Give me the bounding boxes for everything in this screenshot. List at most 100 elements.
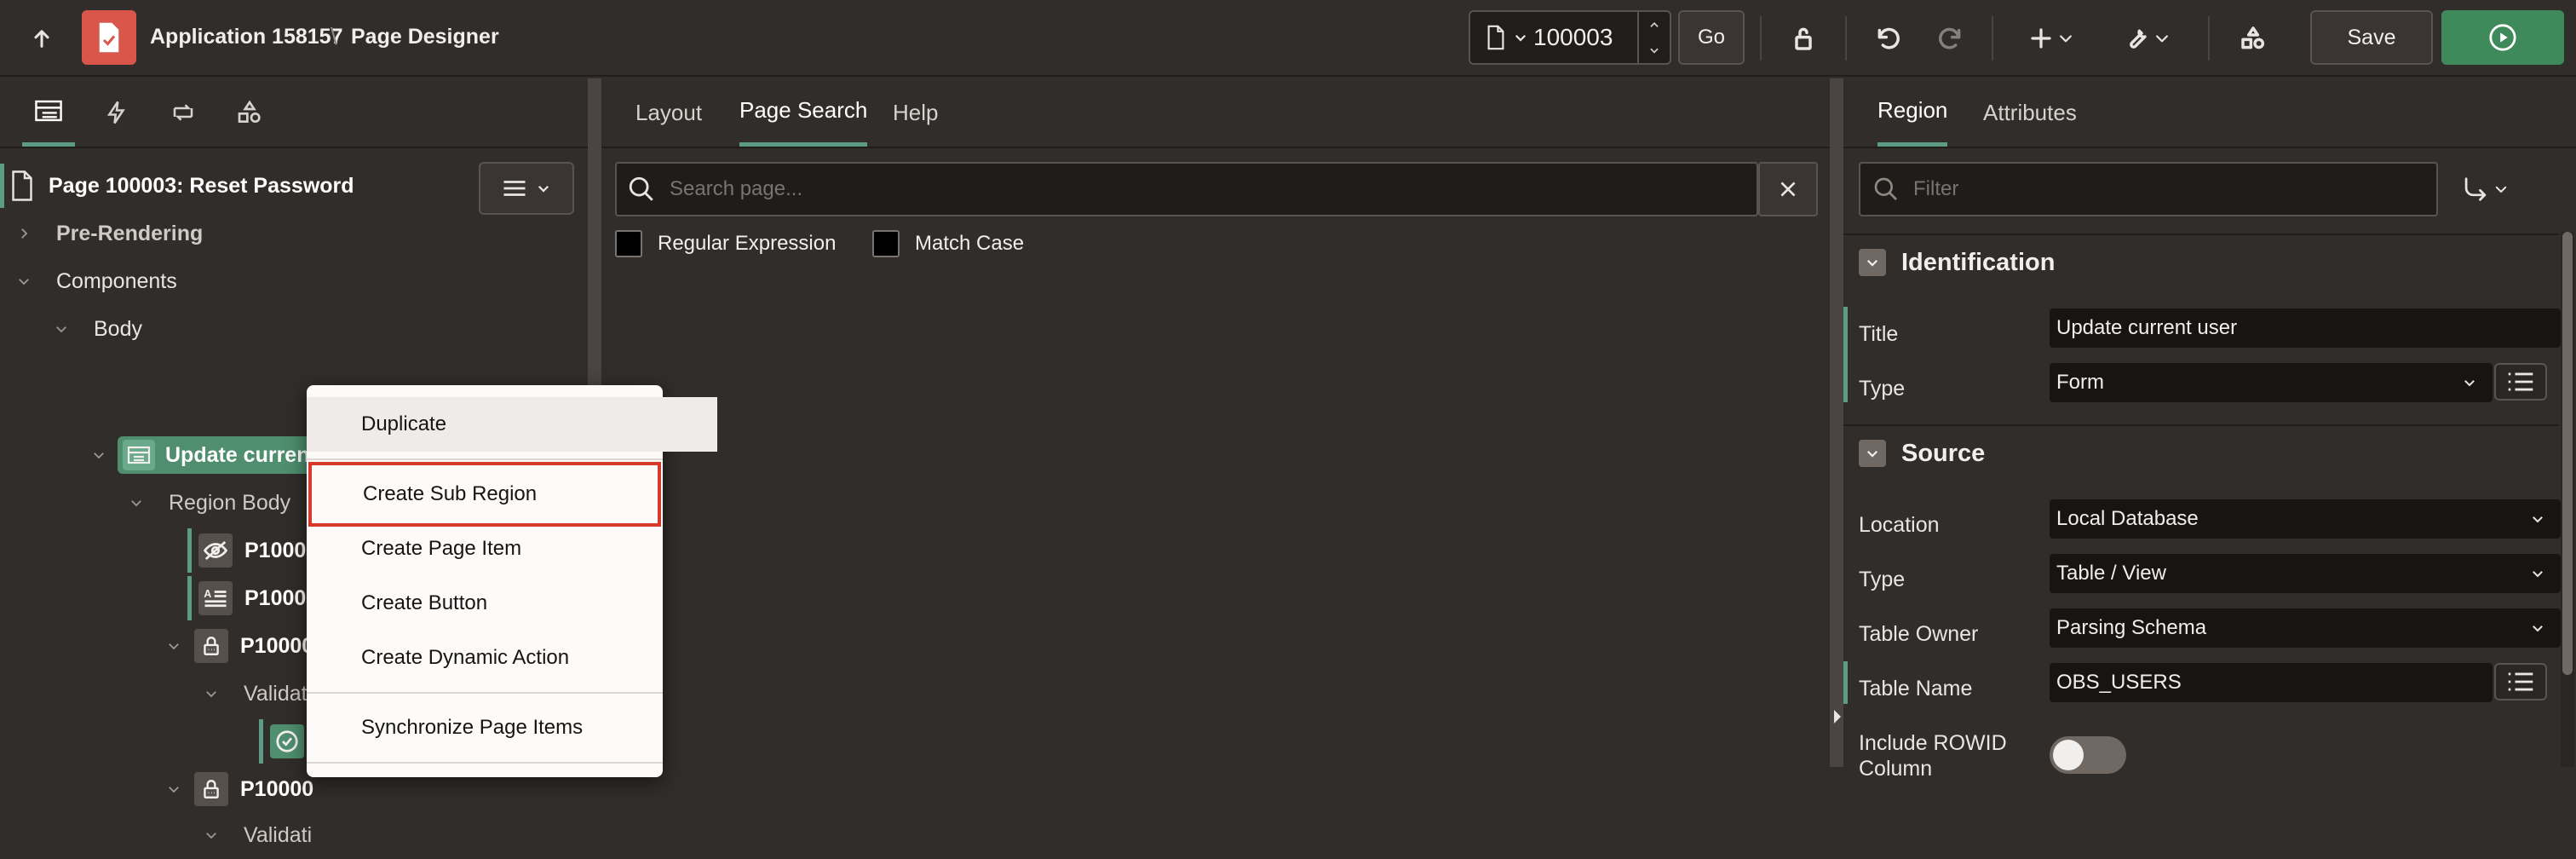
tree-node-item[interactable]: P10000 bbox=[162, 622, 313, 670]
page-node-label: Page 100003: Reset Password bbox=[49, 173, 354, 198]
menu-item-create-dynamic-action[interactable]: Create Dynamic Action bbox=[307, 631, 717, 685]
regex-label: Regular Expression bbox=[658, 232, 837, 255]
run-page-button[interactable] bbox=[2441, 10, 2564, 65]
tab-dynamic-actions[interactable] bbox=[94, 78, 140, 147]
source-section-header[interactable]: Source bbox=[1843, 424, 2559, 479]
left-pane-tabs bbox=[0, 78, 588, 148]
source-type-select[interactable]: Table / View bbox=[2050, 554, 2561, 593]
menu-item-duplicate[interactable]: Duplicate bbox=[307, 397, 717, 452]
chevron-down-icon bbox=[162, 634, 186, 658]
toolbar-divider bbox=[1760, 16, 1762, 61]
app-title-link[interactable]: Application 158157 bbox=[150, 25, 342, 49]
page-icon bbox=[1486, 25, 1506, 50]
processing-icon bbox=[173, 104, 193, 121]
clear-search-button[interactable] bbox=[1758, 162, 1818, 216]
regex-option[interactable]: Regular Expression bbox=[615, 230, 836, 257]
redo-icon[interactable] bbox=[1927, 17, 1973, 60]
tree-node-components[interactable]: Components bbox=[12, 257, 177, 305]
up-arrow-icon[interactable] bbox=[22, 19, 61, 58]
page-search-field[interactable] bbox=[615, 162, 1758, 216]
page-title: Page Designer bbox=[351, 25, 499, 49]
tree-node-region-body[interactable]: Region Body bbox=[124, 479, 290, 527]
right-splitter[interactable] bbox=[1830, 78, 1843, 767]
property-filter[interactable] bbox=[1859, 162, 2438, 216]
tree-node-validations[interactable]: Validati bbox=[199, 811, 312, 859]
tree-page-node[interactable]: Page 100003: Reset Password bbox=[0, 162, 477, 210]
go-button[interactable]: Go bbox=[1678, 10, 1745, 65]
tab-page-search[interactable]: Page Search bbox=[739, 78, 868, 147]
table-owner-value: Parsing Schema bbox=[2056, 616, 2207, 639]
region-type-select[interactable]: Form bbox=[2050, 363, 2493, 402]
tree-node-item[interactable]: P10000 bbox=[162, 765, 313, 813]
filter-input[interactable] bbox=[1912, 176, 2426, 202]
scrollbar[interactable] bbox=[2561, 232, 2574, 767]
close-icon bbox=[1780, 182, 1796, 197]
table-name-label: Table Name bbox=[1859, 677, 1973, 700]
tree-node-validations[interactable]: Validat bbox=[199, 670, 308, 718]
location-select[interactable]: Local Database bbox=[2050, 499, 2561, 539]
tab-region[interactable]: Region bbox=[1877, 78, 1948, 147]
breadcrumb-separator: \ bbox=[331, 23, 337, 49]
type-list-button[interactable] bbox=[2494, 363, 2547, 401]
collapse-arrow-icon bbox=[1834, 710, 1841, 724]
shared-components-icon[interactable] bbox=[2230, 17, 2276, 60]
chevron-down-icon bbox=[1513, 30, 1528, 45]
chevron-down-icon bbox=[124, 491, 148, 515]
app-icon[interactable] bbox=[82, 10, 136, 65]
scrollbar-thumb[interactable] bbox=[2562, 232, 2573, 675]
tab-rendering[interactable] bbox=[22, 78, 75, 147]
save-button[interactable]: Save bbox=[2310, 10, 2433, 65]
identification-section-header[interactable]: Identification bbox=[1843, 233, 2559, 288]
menu-item-create-page-item[interactable]: Create Page Item bbox=[307, 522, 717, 576]
lock-icon[interactable] bbox=[1780, 17, 1826, 60]
tab-layout[interactable]: Layout bbox=[635, 78, 702, 147]
tree-label: Body bbox=[94, 316, 142, 341]
page-stepper[interactable] bbox=[1637, 12, 1670, 63]
chevron-down-icon bbox=[2495, 186, 2507, 193]
title-field[interactable]: Update current user bbox=[2050, 308, 2561, 348]
go-to-group-button[interactable] bbox=[2438, 162, 2532, 216]
create-menu-button[interactable] bbox=[2019, 17, 2084, 60]
tree-node-item[interactable]: P10000 bbox=[187, 527, 318, 574]
menu-item-create-button[interactable]: Create Button bbox=[307, 576, 717, 631]
undo-icon[interactable] bbox=[1866, 17, 1912, 60]
hidden-item-icon bbox=[198, 533, 233, 568]
include-rowid-toggle[interactable] bbox=[2050, 736, 2126, 774]
tab-processing[interactable] bbox=[160, 78, 206, 147]
tab-help[interactable]: Help bbox=[893, 78, 938, 147]
menu-item-synchronize-page-items[interactable]: Synchronize Page Items bbox=[307, 700, 717, 755]
page-selector[interactable]: 100003 bbox=[1469, 10, 1671, 65]
menu-item-create-sub-region[interactable]: Create Sub Region bbox=[308, 462, 661, 527]
match-case-checkbox[interactable] bbox=[872, 230, 900, 257]
table-name-field[interactable]: OBS_USERS bbox=[2050, 663, 2493, 702]
toolbar-divider bbox=[1845, 16, 1847, 61]
tree-label: Pre-Rendering bbox=[56, 221, 204, 245]
match-case-option[interactable]: Match Case bbox=[872, 230, 1024, 257]
shapes-icon bbox=[238, 100, 261, 123]
tree-node-body[interactable]: Body bbox=[49, 305, 142, 353]
tree-menu-button[interactable] bbox=[479, 162, 574, 215]
chevron-down-icon[interactable] bbox=[1859, 440, 1886, 467]
regex-checkbox[interactable] bbox=[615, 230, 642, 257]
toolbar-divider bbox=[2208, 16, 2210, 61]
tab-attributes[interactable]: Attributes bbox=[1983, 78, 2077, 147]
tab-shared-components[interactable] bbox=[227, 78, 273, 147]
utilities-menu-button[interactable] bbox=[2114, 17, 2179, 60]
menu-divider bbox=[307, 458, 663, 460]
page-search-input[interactable] bbox=[668, 176, 1693, 202]
chevron-down-icon[interactable] bbox=[1859, 249, 1886, 276]
chevron-down-icon bbox=[199, 682, 223, 706]
table-owner-select[interactable]: Parsing Schema bbox=[2050, 608, 2561, 648]
tree-node-pre-rendering[interactable]: Pre-Rendering bbox=[12, 210, 203, 257]
validation-check-icon bbox=[270, 724, 304, 758]
selection-marker bbox=[0, 164, 4, 208]
modified-marker bbox=[1843, 307, 1848, 402]
item-marker bbox=[187, 576, 192, 620]
tree-node-item[interactable]: A P10000 bbox=[187, 574, 318, 622]
page-number-input[interactable]: 100003 bbox=[1533, 24, 1613, 51]
go-to-group-icon bbox=[2464, 177, 2487, 201]
play-icon bbox=[2489, 24, 2516, 51]
tree-label: Validat bbox=[244, 681, 308, 706]
context-menu: Duplicate Create Sub Region Create Page … bbox=[307, 385, 717, 777]
table-list-button[interactable] bbox=[2494, 663, 2547, 700]
